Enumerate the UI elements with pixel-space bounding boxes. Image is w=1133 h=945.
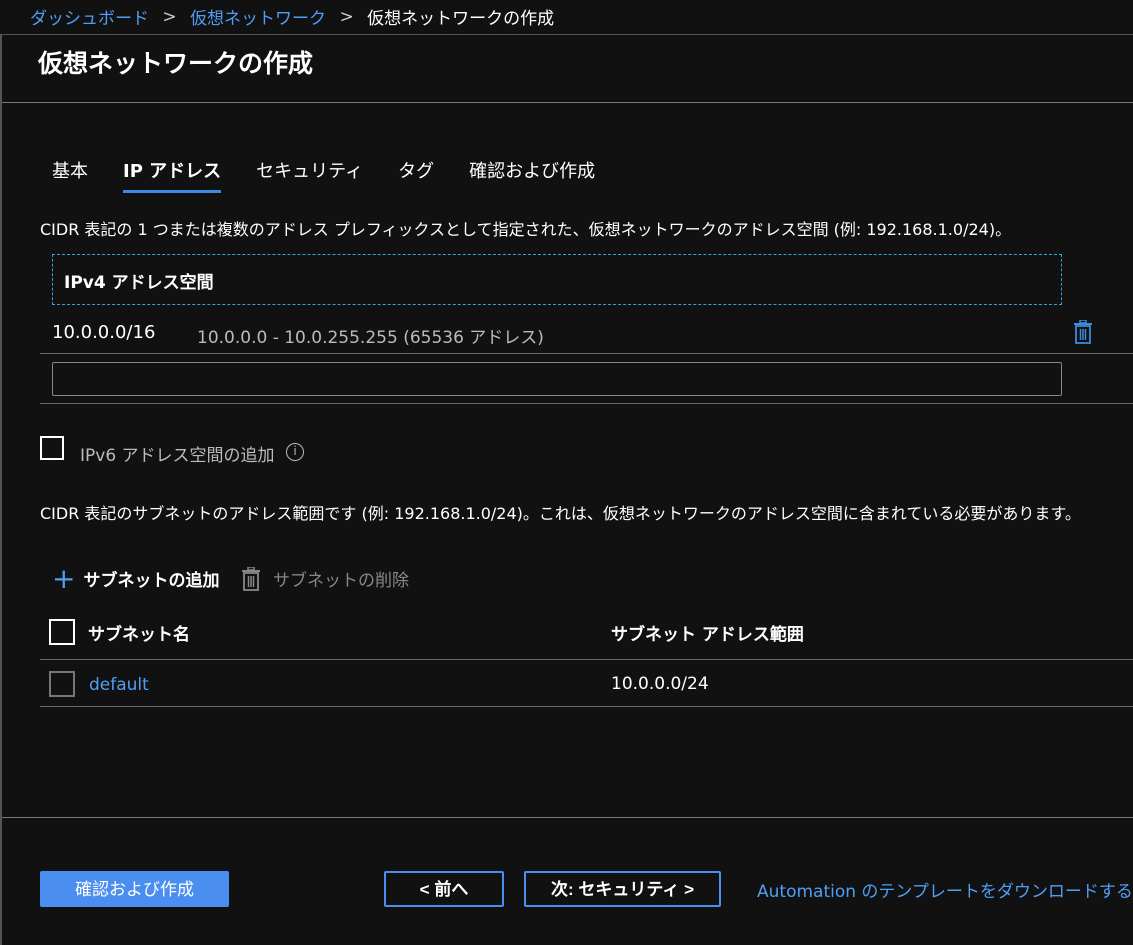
breadcrumb-current: 仮想ネットワークの作成: [367, 9, 555, 29]
delete-subnet-label: サブネットの削除: [273, 571, 409, 591]
ipv6-checkbox[interactable]: [40, 436, 64, 460]
subnet-description: CIDR 表記のサブネットのアドレス範囲です (例: 192.168.1.0/2…: [40, 504, 1081, 523]
info-icon[interactable]: i: [286, 443, 304, 461]
tab-basics[interactable]: 基本: [52, 157, 88, 193]
review-create-button[interactable]: 確認および作成: [40, 871, 229, 907]
page-title: 仮想ネットワークの作成: [38, 49, 314, 78]
divider: [40, 659, 1133, 660]
download-template-link[interactable]: Automation のテンプレートをダウンロードする: [757, 877, 1133, 902]
breadcrumb-dashboard-link[interactable]: ダッシュボード: [30, 9, 149, 29]
chevron-right-icon: >: [162, 6, 177, 27]
delete-subnet-button[interactable]: サブネットの削除: [241, 565, 409, 591]
column-header-subnet-name: サブネット名: [88, 625, 190, 645]
chevron-right-icon: >: [339, 6, 354, 27]
divider: [40, 353, 1133, 354]
next-button[interactable]: 次: セキュリティ >: [524, 871, 721, 907]
divider: [40, 403, 1133, 404]
ipv6-label: IPv6 アドレス空間の追加: [80, 446, 275, 466]
address-range: 10.0.0.0 - 10.0.255.255 (65536 アドレス): [197, 328, 544, 348]
new-address-input[interactable]: [52, 362, 1062, 396]
subnet-name-link[interactable]: default: [89, 675, 149, 695]
tab-tags[interactable]: タグ: [398, 157, 434, 193]
breadcrumb-vnet-link[interactable]: 仮想ネットワーク: [190, 9, 326, 29]
tab-review-create[interactable]: 確認および作成: [469, 157, 595, 193]
address-cidr: 10.0.0.0/16: [52, 322, 156, 343]
add-subnet-label: サブネットの追加: [83, 571, 220, 591]
previous-button[interactable]: < 前へ: [384, 871, 504, 907]
tab-security[interactable]: セキュリティ: [256, 157, 363, 193]
select-all-checkbox[interactable]: [49, 619, 75, 645]
panel-border: [0, 34, 2, 945]
ipv4-header-label: IPv4 アドレス空間: [64, 273, 214, 293]
plus-icon: +: [52, 561, 76, 595]
subnet-range: 10.0.0.0/24: [611, 674, 709, 694]
tab-bar: 基本 IP アドレス セキュリティ タグ 確認および作成: [52, 157, 630, 193]
footer-divider: [2, 817, 1133, 818]
trash-icon: [241, 565, 261, 591]
divider: [40, 706, 1133, 707]
row-checkbox[interactable]: [49, 671, 75, 697]
breadcrumb: ダッシュボード > 仮想ネットワーク > 仮想ネットワークの作成: [30, 4, 555, 30]
delete-address-icon[interactable]: [1073, 319, 1093, 344]
add-subnet-button[interactable]: + サブネットの追加: [52, 561, 220, 595]
tab-ip-addresses[interactable]: IP アドレス: [123, 157, 222, 193]
address-space-description: CIDR 表記の 1 つまたは複数のアドレス プレフィックスとして指定された、仮…: [40, 220, 1012, 239]
column-header-subnet-range: サブネット アドレス範囲: [611, 625, 804, 645]
